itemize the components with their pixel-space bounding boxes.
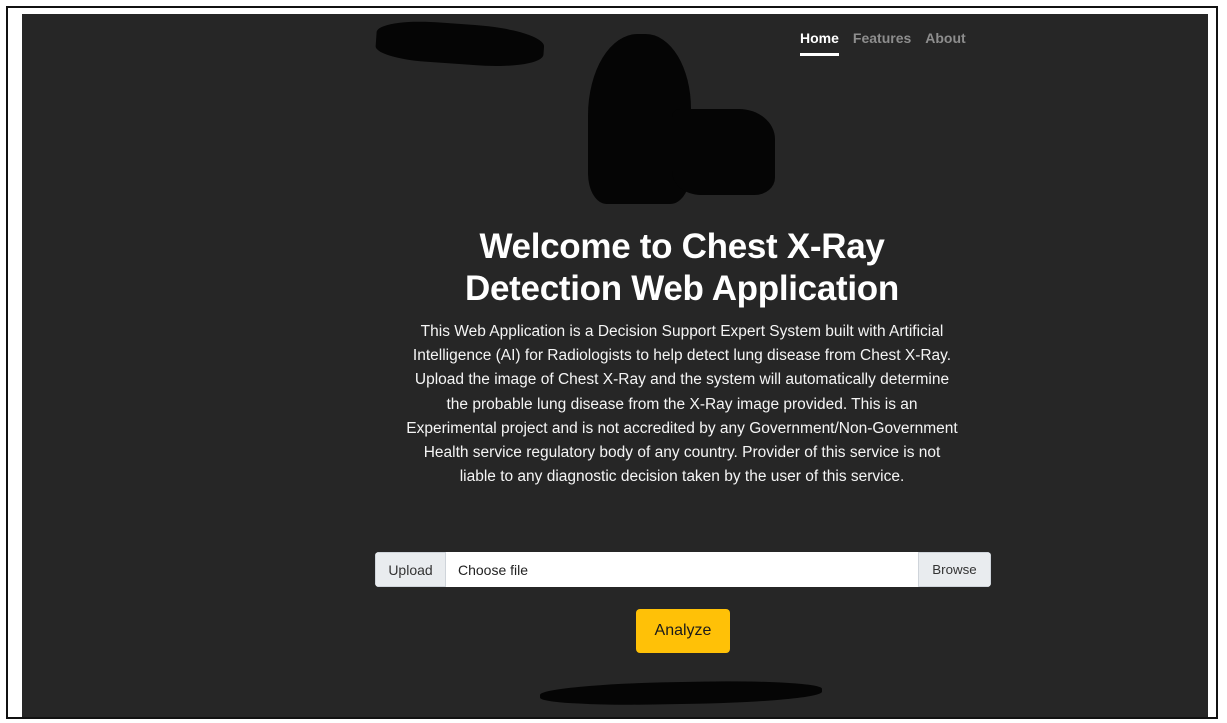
page-title-line-1: Welcome to Chest X-Ray — [479, 227, 885, 266]
top-navigation: Home Features About — [800, 30, 966, 56]
application-description: This Web Application is a Decision Suppo… — [406, 323, 958, 486]
page-title-line-2: Detection Web Application — [465, 269, 899, 308]
nav-home-link[interactable]: Home — [800, 30, 839, 56]
file-upload-group: Upload Choose file Browse — [375, 552, 991, 587]
page-title: Welcome to Chest X-Ray Detection Web App… — [382, 226, 982, 310]
redacted-image-extension — [672, 109, 775, 195]
nav-about-link[interactable]: About — [925, 30, 965, 56]
analyze-button[interactable]: Analyze — [636, 609, 730, 653]
redacted-footer — [539, 679, 823, 707]
redacted-logo — [374, 18, 546, 70]
choose-file-input[interactable]: Choose file — [446, 552, 918, 587]
browse-button[interactable]: Browse — [918, 552, 991, 587]
nav-features-link[interactable]: Features — [853, 30, 911, 56]
chest-xray-app: Home Features About Welcome to Chest X-R… — [22, 14, 1208, 717]
upload-prefix-label: Upload — [375, 552, 446, 587]
